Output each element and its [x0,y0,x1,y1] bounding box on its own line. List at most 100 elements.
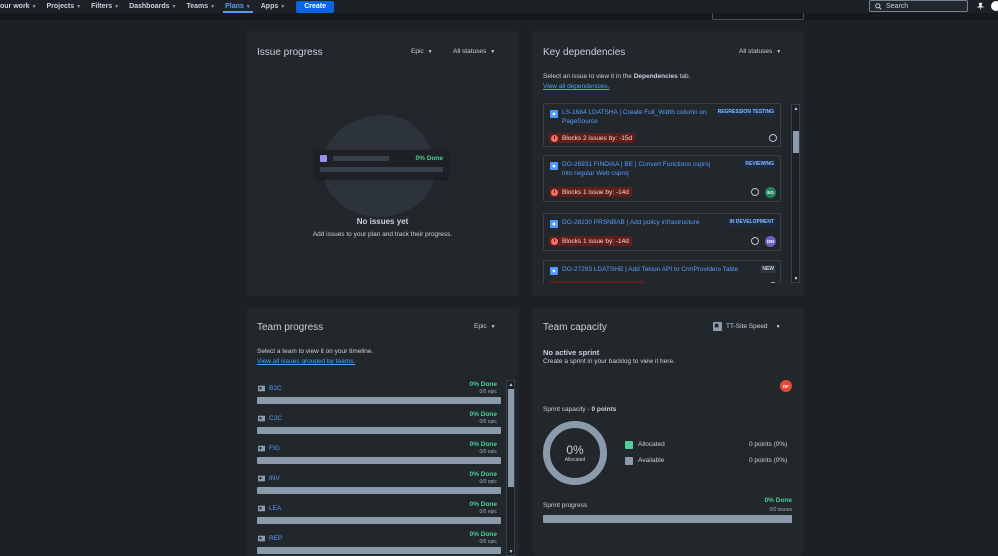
nav-teams[interactable]: Teams ▼ [181,0,220,13]
notifications-icon[interactable] [974,0,986,12]
create-button[interactable]: Create [296,0,334,13]
issue-type-icon [550,220,558,228]
issue-progress-title: Issue progress [257,47,323,58]
sprint-capacity-label: Sprint capacity - 0 points [543,406,617,413]
no-active-sprint-description: Create a sprint in your backlog to view … [543,358,675,365]
team-progress-bar [257,427,501,434]
team-progress-bar [257,487,501,494]
team-progress-title: Team progress [257,322,324,333]
chevron-down-icon: ▼ [114,3,120,10]
empty-state-title: No issues yet [356,217,409,226]
team-icon [713,322,722,331]
capacity-percent: 0% [566,443,584,457]
search-icon [875,2,882,10]
preview-done-percent: 0% Done [415,155,443,162]
nav-projects[interactable]: Projects ▼ [42,0,87,13]
view-all-dependencies-link[interactable]: View all dependencies. [543,83,609,90]
team-progress-scrollbar[interactable]: ▲ ▼ [506,380,515,556]
dependency-item[interactable]: DO-26931 FINDIAA | BE | Convert Function… [543,155,781,202]
sprint-progress-issues: 0/0 issues [769,507,792,513]
dependency-item[interactable]: DO-27293 LDATSHB | Add Tekion API to Crm… [543,260,781,283]
status-badge: IN DEVELOPMENT [727,218,776,226]
sprint-progress-bar [543,515,792,523]
chevron-down-icon: ▼ [31,3,37,10]
nav-your-work[interactable]: our work ▼ [0,0,42,13]
team-capacity-title: Team capacity [543,322,607,333]
team-progress-group-dropdown[interactable]: Epic ▼ [474,323,496,330]
no-active-sprint-title: No active sprint [543,348,600,357]
team-row-b2c[interactable]: B2C 0% Done 0/0 epic [257,381,501,411]
view-all-issues-by-team-link[interactable]: View all issues grouped by teams. [257,358,355,365]
issue-progress-group-dropdown[interactable]: Epic ▼ [411,48,433,55]
status-circle-icon [751,188,759,196]
chevron-down-icon: ▼ [776,48,782,55]
chevron-down-icon: ▼ [280,3,286,10]
scroll-down-arrow[interactable]: ▼ [792,275,800,282]
status-circle-icon [769,134,777,142]
search-input[interactable]: Search [869,0,968,12]
dependency-summary-link[interactable]: LS-1684 LDATSHA | Create Full_Width colu… [562,108,717,126]
scroll-thumb[interactable] [793,131,799,153]
epic-icon [320,155,327,162]
issue-type-icon [550,162,558,170]
nav-apps[interactable]: Apps ▼ [256,0,290,13]
empty-state-description: Add issues to your plan and track their … [312,231,453,238]
clock-icon [551,282,558,283]
issue-progress-status-dropdown[interactable]: All statuses ▼ [453,48,495,55]
available-legend-label: Available [638,457,665,464]
clock-icon [551,134,558,142]
blocks-lozenge [549,281,644,283]
team-row-inv[interactable]: INV 0% Done 0/0 epic [257,471,501,501]
scroll-up-arrow[interactable]: ▲ [792,105,800,112]
key-dependencies-intro: Select an issue to view it in the Depend… [543,73,691,80]
team-progress-bar [257,457,501,464]
chevron-down-icon: ▼ [490,48,496,55]
dependency-summary-link[interactable]: DO-26931 FINDIAA | BE | Convert Function… [562,160,717,178]
available-legend-swatch [625,457,633,465]
dependencies-scrollbar[interactable]: ▲ ▼ [791,104,800,283]
team-row-lea[interactable]: LEA 0% Done 0/0 epic [257,501,501,531]
dependency-item[interactable]: DO-28230 PRSNBAB | Add policy infrastruc… [543,213,781,251]
team-icon [258,475,265,482]
dependency-item[interactable]: LS-1684 LDATSHA | Create Full_Width colu… [543,103,781,147]
team-row-c2c[interactable]: C2C 0% Done 0/0 epic [257,411,501,441]
key-dependencies-status-dropdown[interactable]: All statuses ▼ [739,48,781,55]
team-icon [258,505,265,512]
team-icon [258,445,265,452]
clock-icon [551,237,558,245]
chevron-down-icon: ▼ [427,48,433,55]
top-navigation: our work ▼ Projects ▼ Filters ▼ Dashboards ▼… [0,0,998,13]
nav-plans[interactable]: Plans ▼ [220,0,256,13]
profile-avatar[interactable] [990,0,998,12]
nav-filters[interactable]: Filters ▼ [86,0,124,13]
dependencies-list: LS-1684 LDATSHA | Create Full_Width colu… [543,103,788,283]
sub-header-strip [0,13,998,20]
team-progress-bar [257,397,501,404]
view-settings-control[interactable] [712,13,804,20]
status-circle-icon [751,237,759,245]
sprint-progress-label: Sprint progress [543,502,588,509]
dependency-summary-link[interactable]: DO-27293 LDATSHB | Add Tekion API to Crm… [562,265,762,274]
team-row-fig[interactable]: FIG 0% Done 0/0 epic [257,441,501,471]
blocks-lozenge: Blocks 1 issue by: -14d [549,187,632,197]
team-row-rep[interactable]: REP 0% Done 0/0 epic [257,531,501,556]
team-progress-intro: Select a team to view it on your timelin… [257,348,374,355]
chevron-down-icon: ▼ [210,3,216,10]
scroll-down-arrow[interactable]: ▼ [507,548,515,555]
scroll-up-arrow[interactable]: ▲ [507,381,515,388]
blocks-lozenge: Blocks 1 issue by: -14d [549,236,632,246]
team-selector-dropdown[interactable]: TT-Site Speed ▼ [713,322,781,331]
nav-dashboards[interactable]: Dashboards ▼ [124,0,181,13]
chevron-down-icon: ▼ [245,3,251,10]
avatar: DM [765,236,776,247]
available-legend-value: 0 points (0%) [749,457,788,464]
issue-type-icon [550,267,558,275]
chevron-down-icon: ▼ [775,323,781,330]
allocated-legend-value: 0 points (0%) [749,441,788,448]
avatar[interactable]: DF [780,380,792,392]
team-icon [258,385,265,392]
status-circle-icon [769,282,777,283]
scroll-thumb[interactable] [508,389,514,487]
chevron-down-icon: ▼ [76,3,82,10]
team-icon [258,535,265,542]
